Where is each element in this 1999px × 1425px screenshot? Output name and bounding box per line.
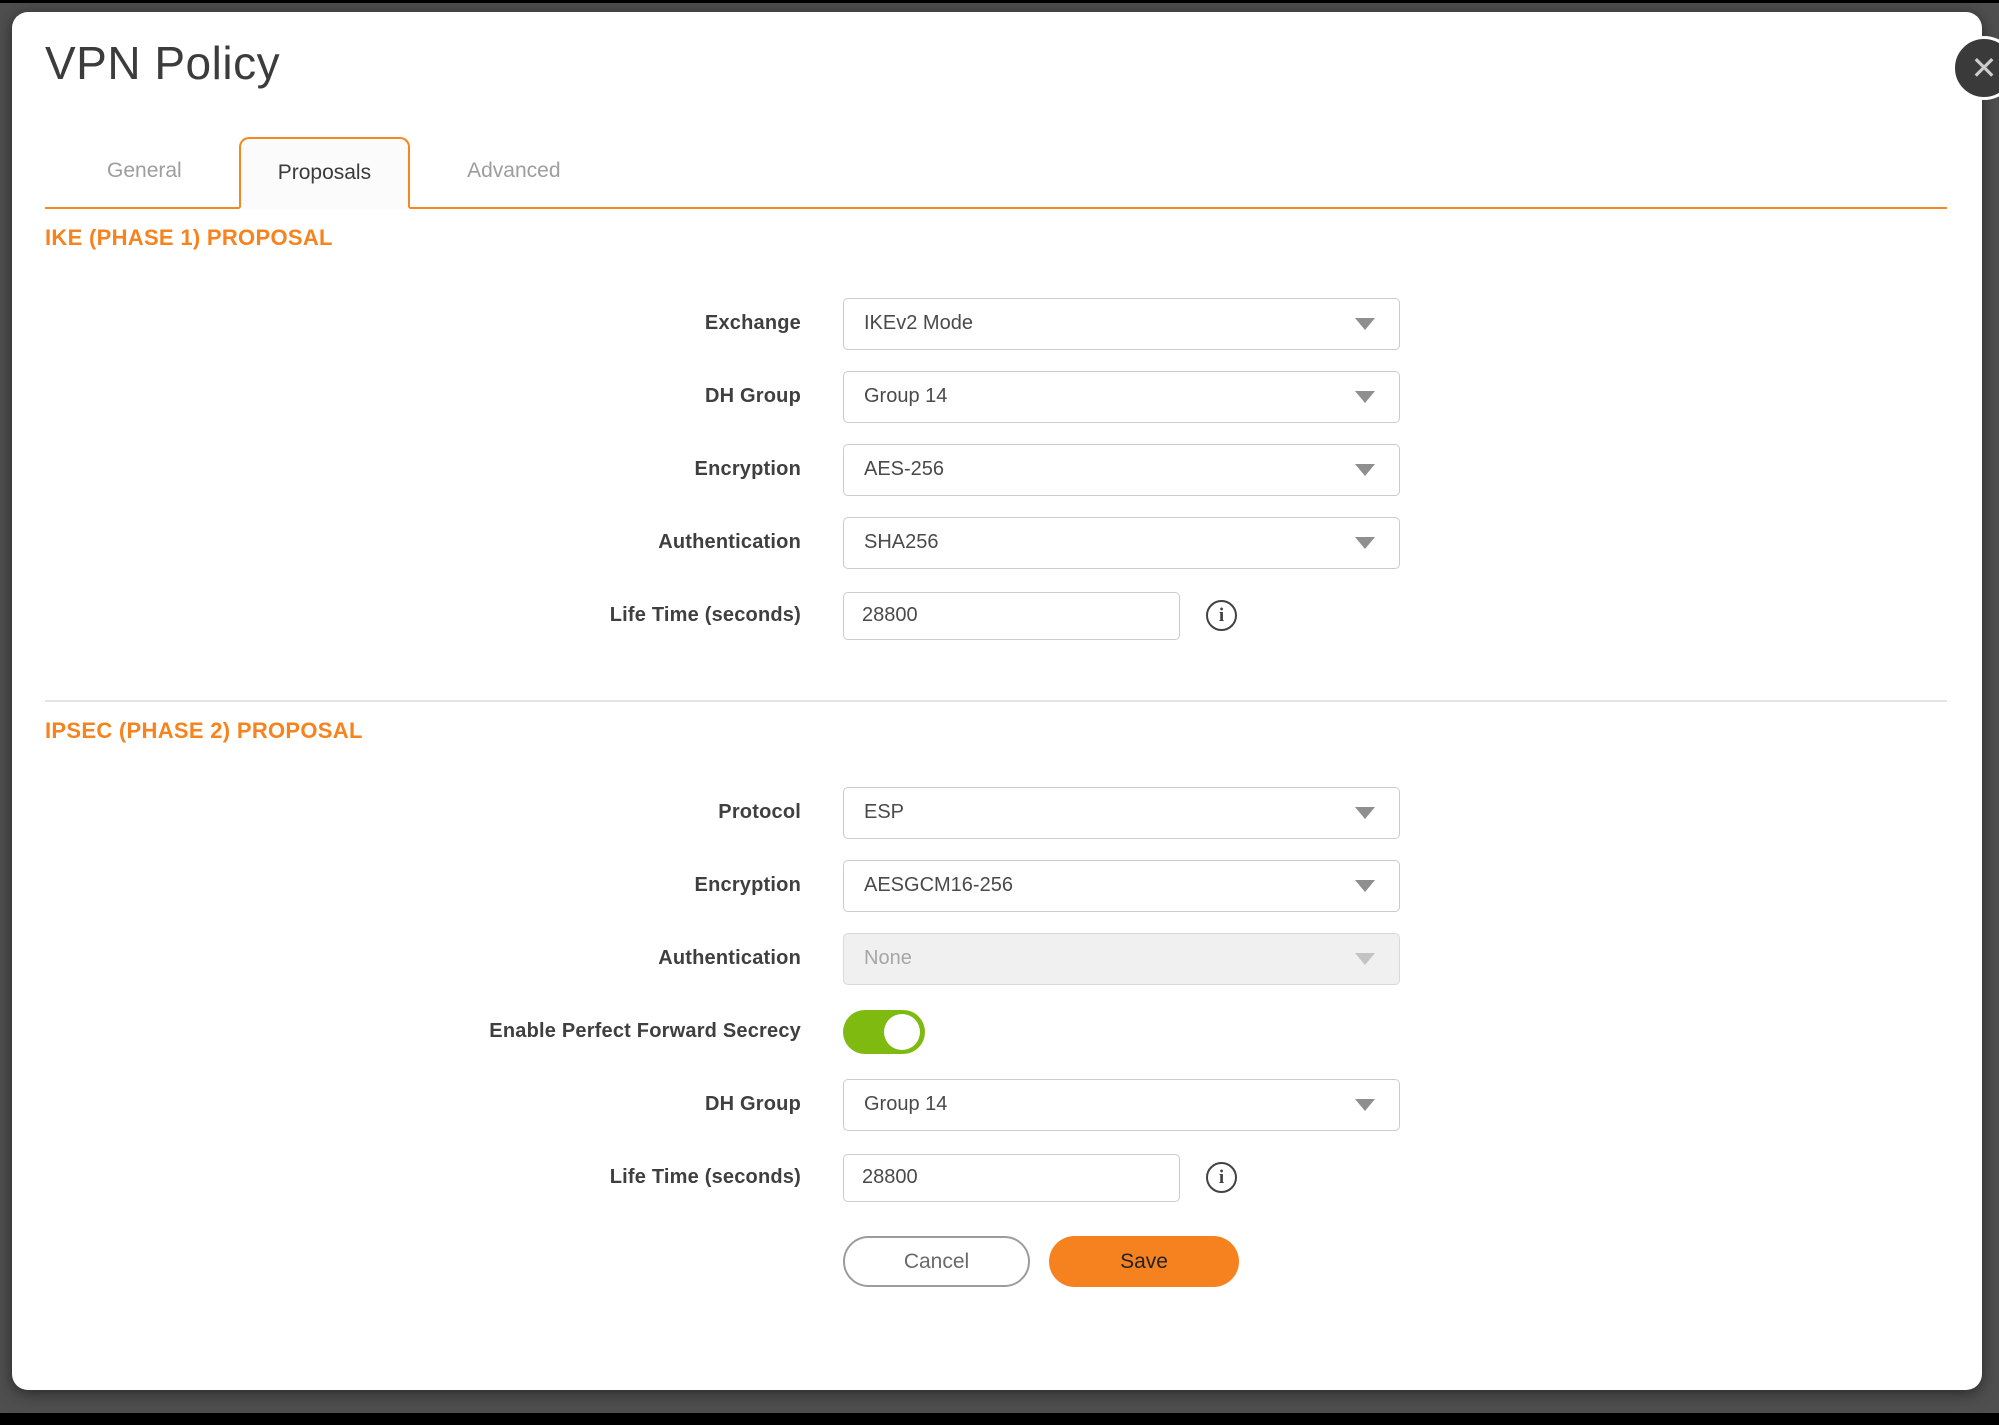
ipsec-dh-group-label: DH Group: [45, 1093, 801, 1116]
protocol-label: Protocol: [45, 801, 801, 824]
exchange-select[interactable]: IKEv2 Mode: [843, 298, 1400, 350]
dh-group-value: Group 14: [864, 385, 947, 408]
ike-phase1-form: Exchange IKEv2 Mode DH Group Group 14 En…: [45, 287, 1947, 652]
ipsec-life-time-input[interactable]: [843, 1154, 1180, 1202]
tab-general[interactable]: General: [70, 135, 219, 207]
exchange-label: Exchange: [45, 312, 801, 335]
ipsec-authentication-select: None: [843, 933, 1400, 985]
chevron-down-icon: [1355, 537, 1375, 549]
dh-group-row: DH Group Group 14: [45, 360, 1947, 433]
dh-group-select[interactable]: Group 14: [843, 371, 1400, 423]
protocol-value: ESP: [864, 801, 904, 824]
protocol-select[interactable]: ESP: [843, 787, 1400, 839]
tab-advanced[interactable]: Advanced: [430, 135, 597, 207]
ipsec-dh-group-select[interactable]: Group 14: [843, 1079, 1400, 1131]
save-button[interactable]: Save: [1049, 1236, 1239, 1287]
toggle-knob: [884, 1014, 920, 1050]
exchange-row: Exchange IKEv2 Mode: [45, 287, 1947, 360]
ipsec-encryption-label: Encryption: [45, 874, 801, 897]
pfs-toggle[interactable]: [843, 1010, 925, 1054]
dh-group-label: DH Group: [45, 385, 801, 408]
encryption-row: Encryption AES-256: [45, 433, 1947, 506]
ipsec-encryption-row: Encryption AESGCM16-256: [45, 849, 1947, 922]
chevron-down-icon: [1355, 391, 1375, 403]
encryption-select[interactable]: AES-256: [843, 444, 1400, 496]
pfs-row: Enable Perfect Forward Secrecy: [45, 995, 1947, 1068]
chevron-down-icon: [1355, 880, 1375, 892]
ipsec-life-time-label: Life Time (seconds): [45, 1166, 801, 1189]
encryption-label: Encryption: [45, 458, 801, 481]
info-icon[interactable]: i: [1206, 600, 1237, 631]
authentication-label: Authentication: [45, 531, 801, 554]
section-divider: [45, 700, 1947, 702]
encryption-value: AES-256: [864, 458, 944, 481]
life-time-label: Life Time (seconds): [45, 604, 801, 627]
protocol-row: Protocol ESP: [45, 776, 1947, 849]
chevron-down-icon: [1355, 318, 1375, 330]
ipsec-phase2-form: Protocol ESP Encryption AESGCM16-256 Aut…: [45, 776, 1947, 1214]
ipsec-encryption-select[interactable]: AESGCM16-256: [843, 860, 1400, 912]
vpn-policy-dialog: VPN Policy General Proposals Advanced IK…: [12, 12, 1982, 1390]
ike-phase1-heading: IKE (PHASE 1) PROPOSAL: [45, 225, 1947, 251]
ipsec-encryption-value: AESGCM16-256: [864, 874, 1013, 897]
chevron-down-icon: [1355, 807, 1375, 819]
ipsec-authentication-label: Authentication: [45, 947, 801, 970]
ipsec-phase2-heading: IPSEC (PHASE 2) PROPOSAL: [45, 718, 1947, 744]
ipsec-dh-group-row: DH Group Group 14: [45, 1068, 1947, 1141]
page-title: VPN Policy: [45, 36, 1947, 91]
life-time-input[interactable]: [843, 592, 1180, 640]
authentication-value: SHA256: [864, 531, 939, 554]
tab-bar: General Proposals Advanced: [45, 135, 1947, 209]
chevron-down-icon: [1355, 953, 1375, 965]
tab-proposals[interactable]: Proposals: [239, 137, 410, 209]
chevron-down-icon: [1355, 1099, 1375, 1111]
info-icon[interactable]: i: [1206, 1162, 1237, 1193]
ipsec-authentication-row: Authentication None: [45, 922, 1947, 995]
ipsec-life-time-row: Life Time (seconds) i: [45, 1141, 1947, 1214]
authentication-select[interactable]: SHA256: [843, 517, 1400, 569]
dialog-actions: Cancel Save: [843, 1236, 1947, 1287]
life-time-row: Life Time (seconds) i: [45, 579, 1947, 652]
chevron-down-icon: [1355, 464, 1375, 476]
ipsec-dh-group-value: Group 14: [864, 1093, 947, 1116]
ipsec-authentication-value: None: [864, 947, 912, 970]
exchange-value: IKEv2 Mode: [864, 312, 973, 335]
cancel-button[interactable]: Cancel: [843, 1236, 1030, 1287]
authentication-row: Authentication SHA256: [45, 506, 1947, 579]
pfs-label: Enable Perfect Forward Secrecy: [45, 1020, 801, 1043]
